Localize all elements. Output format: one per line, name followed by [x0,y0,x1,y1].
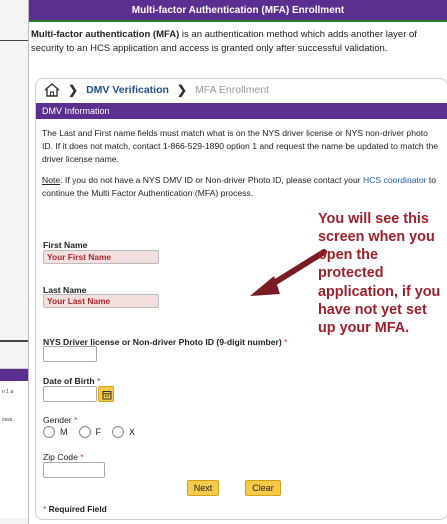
background-divider [0,40,30,41]
breadcrumb: ❯ DMV Verification ❯ MFA Enrollment [36,79,447,101]
zip-label: Zip Code * [43,452,84,462]
zip-label-text: Zip Code [43,452,78,462]
note-label: Note [42,174,61,185]
gender-option-x[interactable]: X [112,426,135,438]
radio-icon[interactable] [43,426,55,438]
next-button[interactable]: Next [187,480,219,496]
dob-label-text: Date of Birth [43,376,95,386]
first-name-label: First Name [43,240,88,250]
gender-option-f[interactable]: F [78,426,102,438]
background-divider [0,340,30,342]
background-panel: n 1 a cess. [0,368,28,518]
dob-input[interactable] [43,386,97,402]
home-icon[interactable] [44,83,60,97]
required-mark: * [43,504,47,514]
chevron-right-icon: ❯ [68,83,79,97]
breadcrumb-mfa-enrollment: MFA Enrollment [194,84,270,96]
intro-text: Multi-factor authentication (MFA) is an … [29,22,447,56]
breadcrumb-dmv-verification[interactable]: DMV Verification [86,84,169,96]
gender-label: Gender * [43,415,77,425]
note-paragraph: Note: If you do not have a NYS DMV ID or… [36,166,447,200]
radio-icon[interactable] [112,426,124,438]
callout-arrow-icon [250,249,327,296]
first-name-field[interactable]: Your First Name [43,250,159,264]
required-mark: * [74,415,78,425]
required-mark: * [284,337,288,347]
calendar-icon[interactable] [98,386,114,402]
required-field-note: * Required Field [43,504,107,514]
gender-option-label: M [60,427,68,437]
gender-radio-group: M F X [43,426,146,438]
callout-text: You will see this screen when you open t… [318,211,441,336]
dob-label: Date of Birth * [43,376,100,386]
note-text: : If you do not have a NYS DMV ID or Non… [60,174,363,185]
hcs-coordinator-link[interactable]: HCS coordinator [363,175,427,185]
required-mark: * [96,376,101,386]
gender-option-label: X [129,427,136,437]
radio-icon[interactable] [78,426,91,438]
section-header: DMV Information [36,103,447,119]
instructions-paragraph: The Last and First name fields must matc… [42,128,439,164]
last-name-field[interactable]: Your Last Name [43,294,159,308]
dmv-id-input[interactable] [43,346,97,362]
clear-button[interactable]: Clear [245,480,281,496]
zip-code-input[interactable] [43,462,105,478]
gender-option-label: F [95,427,102,437]
required-note-text: Required Field [48,504,107,514]
required-mark: * [80,452,84,462]
gender-label-text: Gender [43,415,72,425]
chevron-right-icon: ❯ [176,83,187,97]
intro-bold: Multi-factor authentication (MFA) [31,29,180,40]
gender-option-m[interactable]: M [43,426,68,438]
window-title: Multi-factor Authentication (MFA) Enroll… [29,0,447,22]
